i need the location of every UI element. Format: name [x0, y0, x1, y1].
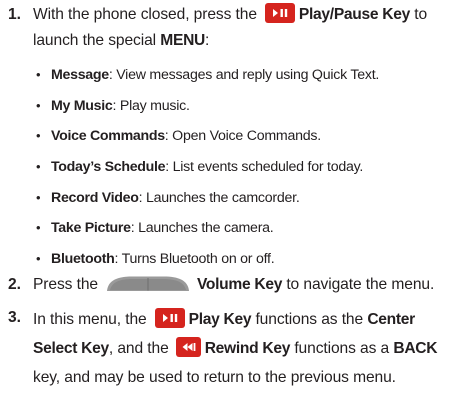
rewind-key-label: Rewind Key [204, 340, 291, 357]
option-description: : Open Voice Commands. [164, 128, 321, 145]
play-key-icon [154, 308, 185, 328]
option-term: Take Picture [51, 220, 131, 237]
step-text: Press the Volume Key to navigate the menu… [33, 276, 435, 293]
step-1: 1. With the phone closed, press the Play/… [8, 2, 458, 54]
menu-label: MENU [160, 32, 205, 49]
bullet-glyph: • [36, 128, 41, 144]
list-item: • Voice Commands: Open Voice Commands. [36, 121, 456, 152]
option-description: : Play music. [112, 97, 190, 114]
step-2: 2. Press the Volume Key to navigate the m… [8, 272, 458, 298]
volume-key-icon [106, 276, 189, 291]
option-description: : List events scheduled for today. [165, 159, 364, 176]
option-description: : View messages and reply using Quick Te… [108, 67, 380, 83]
list-item: • Record Video: Launches the camcorder. [36, 183, 456, 214]
volume-key-label: Volume Key [196, 276, 283, 293]
rewind-key-icon [175, 337, 201, 357]
list-item: • Message: View messages and reply using … [36, 60, 456, 91]
bullet-glyph: • [36, 159, 41, 175]
bullet-glyph: • [36, 220, 41, 236]
bullet-glyph: • [36, 189, 41, 205]
list-item: • Take Picture: Launches the camera. [36, 213, 456, 244]
option-description: : Launches the camcorder. [138, 189, 300, 206]
step-text: With the phone closed, press the Play/Pau… [33, 2, 458, 54]
option-description: : Turns Bluetooth on or off. [114, 251, 275, 268]
step-3: 3. In this menu, the Play Key functions a… [8, 305, 458, 392]
back-label: BACK [393, 340, 438, 357]
step-number: 3. [8, 309, 22, 326]
option-term: Voice Commands [51, 128, 165, 145]
menu-options-list: • Message: View messages and reply using … [36, 60, 456, 275]
bullet-glyph: • [36, 67, 41, 82]
option-description: : Launches the camera. [130, 220, 274, 237]
option-term: Message [51, 67, 109, 83]
play-pause-key-label: Play/Pause Key [298, 6, 411, 23]
list-item: • Today’s Schedule: List events scheduled… [36, 152, 456, 183]
step-number: 2. [8, 276, 22, 293]
step-number: 1. [8, 6, 22, 23]
manual-page: 1. With the phone closed, press the Play/… [0, 0, 464, 395]
list-item: • My Music: Play music. [36, 91, 456, 122]
play-key-label: Play Key [188, 311, 252, 328]
step-text: In this menu, the Play Key functions as t… [33, 305, 458, 392]
list-item: • Bluetooth: Turns Bluetooth on or off. [36, 244, 456, 275]
option-term: Record Video [51, 189, 139, 206]
bullet-glyph: • [36, 251, 41, 267]
option-term: My Music [51, 97, 113, 114]
bullet-glyph: • [36, 97, 41, 113]
option-term: Today’s Schedule [51, 159, 166, 176]
option-term: Bluetooth [51, 251, 115, 268]
play-pause-key-icon [264, 3, 295, 23]
